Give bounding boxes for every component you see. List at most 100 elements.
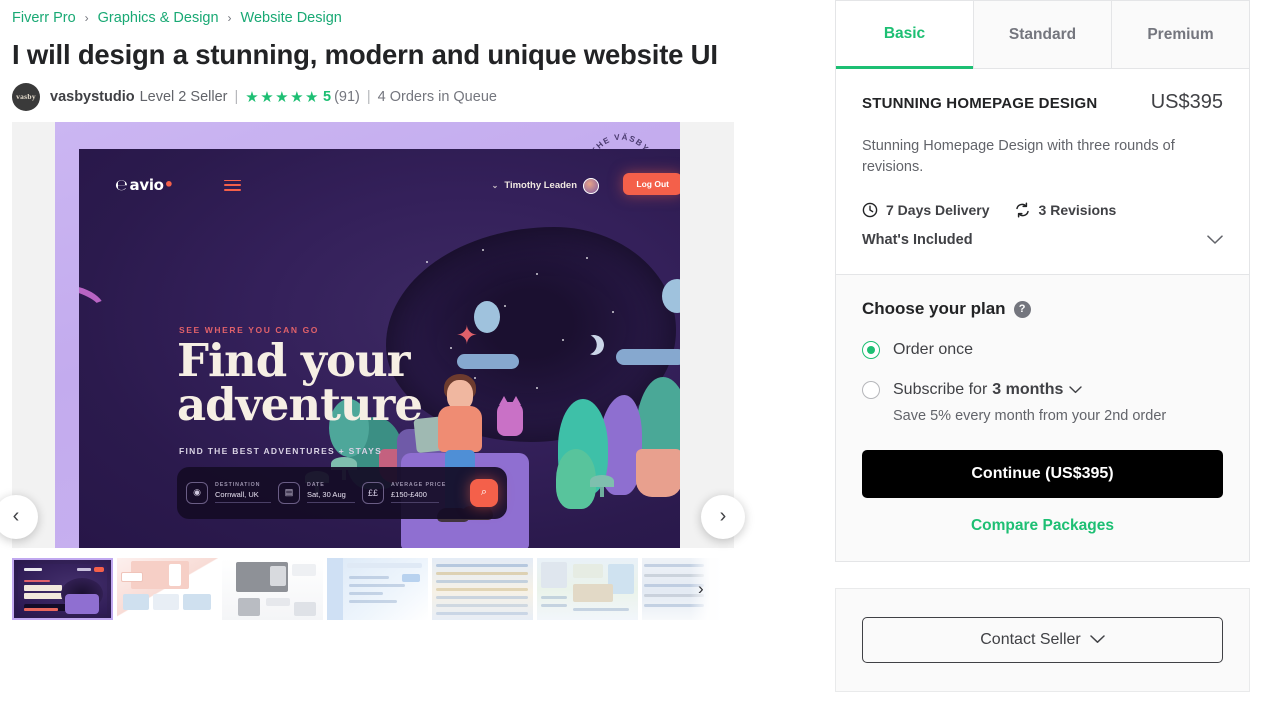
package-name: STUNNING HOMEPAGE DESIGN (862, 95, 1098, 112)
whats-included-toggle[interactable]: What's Included (862, 232, 1223, 248)
radio-order-once[interactable] (862, 341, 880, 360)
mockup-date-value: Sat, 30 Aug (307, 490, 355, 504)
gallery-thumbnail-strip: › (12, 557, 734, 620)
mockup-price-field: AVERAGE PRICE £150-£400 (391, 482, 447, 504)
breadcrumb-separator-icon: › (227, 10, 232, 25)
mockup-date-label: DATE (307, 482, 325, 489)
package-header: STUNNING HOMEPAGE DESIGN US$395 (862, 91, 1223, 114)
mockup-user-avatar (583, 177, 599, 194)
moon-icon (581, 332, 606, 357)
thumbnail-2[interactable] (117, 557, 218, 620)
plan-card: Choose your plan ? Order once Subscribe … (835, 275, 1250, 563)
contact-seller-card: Contact Seller (835, 588, 1250, 693)
mockup-destination-field: DESTINATION Cornwall, UK (215, 482, 271, 504)
swoosh-icon: ℮ (115, 175, 128, 194)
gallery-next-button[interactable]: › (701, 494, 745, 539)
mockup-destination-label: DESTINATION (215, 482, 261, 489)
thumbnail-4[interactable] (327, 557, 428, 620)
breadcrumb-item-2[interactable]: Graphics & Design (98, 10, 219, 26)
thumbnail-5[interactable] (432, 557, 533, 620)
location-pin-icon: ◉ (186, 481, 208, 504)
clock-icon (862, 202, 878, 218)
package-price: US$395 (1150, 91, 1223, 113)
mockup-search-bar: ◉ DESTINATION Cornwall, UK ▤ DATE Sat, 3… (177, 466, 507, 519)
gallery-slide: • THE VÄSBY STUDIO • ℮avio• ⌄ (55, 121, 680, 548)
search-icon: ⌕ (470, 478, 498, 507)
contact-seller-label: Contact Seller (980, 631, 1081, 649)
mockup-headline: Find your adventure (177, 333, 423, 432)
chevron-down-icon (1090, 633, 1105, 647)
delivery-label: 7 Days Delivery (886, 202, 990, 219)
thumbnail-1[interactable] (12, 557, 113, 620)
plan-option-subscribe-prefix: Subscribe for (893, 381, 988, 399)
subscribe-save-note: Save 5% every month from your 2nd order (893, 408, 1167, 425)
thumbnail-3[interactable] (222, 557, 323, 620)
package-tabs: Basic Standard Premium (836, 1, 1249, 69)
mockup-subhead: FIND THE BEST ADVENTURES + STAYS (179, 445, 383, 456)
breadcrumb: Fiverr Pro › Graphics & Design › Website… (0, 0, 835, 28)
breadcrumb-item-1[interactable]: Fiverr Pro (12, 10, 76, 26)
website-mockup: ℮ avio• ⌄ Timothy Leaden Log Out ✦ SEE W… (79, 148, 680, 548)
mockup-logo-text: avio (129, 175, 164, 194)
mockup-headline-line1: Find your (177, 333, 410, 387)
decor-ball (474, 300, 500, 333)
avatar[interactable]: vasby (12, 82, 40, 111)
gig-main-column: Fiverr Pro › Graphics & Design › Website… (0, 0, 835, 703)
order-sidebar: Basic Standard Premium STUNNING HOMEPAGE… (835, 0, 1261, 703)
orders-in-queue: 4 Orders in Queue (377, 88, 497, 105)
thumbnail-6[interactable] (537, 557, 638, 620)
package-body: STUNNING HOMEPAGE DESIGN US$395 Stunning… (836, 69, 1249, 274)
decor-mushroom (590, 474, 614, 497)
refresh-icon (1014, 202, 1031, 218)
compare-packages-link[interactable]: Compare Packages (862, 517, 1223, 535)
mockup-logo: ℮ avio• (115, 175, 174, 194)
seller-level: Level 2 Seller (139, 88, 228, 105)
chevron-down-icon[interactable] (1069, 383, 1083, 397)
mockup-destination-value: Cornwall, UK (215, 490, 271, 504)
mockup-date-field: DATE Sat, 30 Aug (307, 482, 355, 504)
tab-premium[interactable]: Premium (1111, 1, 1249, 69)
plan-title: Choose your plan (862, 299, 1006, 319)
rating-stars-icon: ★★★★★ (245, 88, 320, 106)
radio-subscribe[interactable] (862, 381, 880, 400)
plan-option-order-once[interactable]: Order once (862, 341, 1223, 360)
mockup-headline-line2: adventure (177, 378, 423, 432)
seller-name[interactable]: vasbystudio (50, 89, 135, 105)
chevron-down-icon: ⌄ (491, 181, 499, 191)
seller-info-row: vasby vasbystudio Level 2 Seller | ★★★★★… (0, 74, 835, 111)
currency-icon: ££ (362, 481, 384, 504)
mockup-user-menu: ⌄ Timothy Leaden (491, 177, 599, 194)
mockup-price-value: £150-£400 (391, 490, 439, 504)
revisions-count: 3 Revisions (1014, 202, 1116, 218)
whats-included-label: What's Included (862, 232, 973, 249)
plan-title-row: Choose your plan ? (862, 299, 1223, 319)
gallery-main-image[interactable]: • THE VÄSBY STUDIO • ℮avio• ⌄ (12, 121, 734, 548)
rating-value: 5 (323, 88, 332, 105)
gig-page: Fiverr Pro › Graphics & Design › Website… (0, 0, 1261, 703)
gig-gallery: • THE VÄSBY STUDIO • ℮avio• ⌄ (0, 121, 835, 620)
plan-subscribe-duration[interactable]: 3 months (992, 381, 1063, 399)
continue-button[interactable]: Continue (US$395) (862, 450, 1223, 499)
package-meta: 7 Days Delivery 3 Revisions (862, 202, 1223, 218)
contact-seller-button[interactable]: Contact Seller (862, 617, 1223, 664)
plan-option-order-once-label: Order once (893, 341, 974, 359)
mockup-featured-label: FEATURED (179, 547, 230, 548)
decor-cloud (616, 348, 680, 365)
mockup-price-label: AVERAGE PRICE (391, 482, 447, 489)
plan-option-subscribe[interactable]: Subscribe for 3 months (862, 381, 1223, 400)
thumbnails-next-button[interactable]: › (690, 557, 734, 620)
rating-count: (91) (334, 88, 360, 105)
tab-basic[interactable]: Basic (836, 1, 973, 69)
help-icon[interactable]: ? (1013, 300, 1031, 318)
mockup-navbar: ℮ avio• ⌄ Timothy Leaden Log Out (79, 169, 680, 203)
calendar-icon: ▤ (278, 481, 300, 504)
decor-pot (636, 448, 680, 497)
page-title: I will design a stunning, modern and uni… (12, 39, 718, 70)
package-description: Stunning Homepage Design with three roun… (862, 138, 1175, 176)
cat-icon (497, 395, 523, 436)
breadcrumb-item-3[interactable]: Website Design (241, 10, 342, 26)
breadcrumb-separator-icon: › (84, 10, 89, 25)
hamburger-menu-icon (224, 179, 241, 192)
divider: | (234, 88, 239, 105)
tab-standard[interactable]: Standard (973, 1, 1111, 69)
